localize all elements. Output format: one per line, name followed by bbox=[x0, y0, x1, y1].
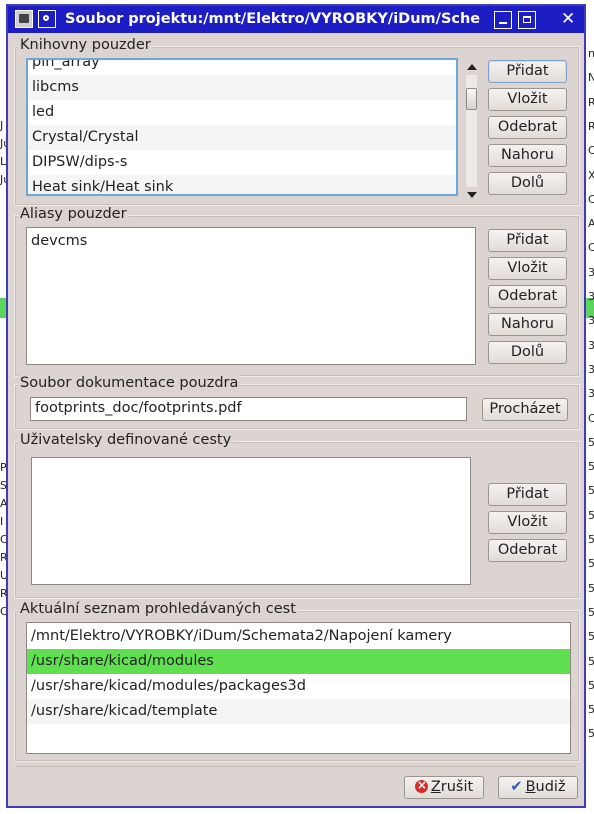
libraries-insert-button[interactable]: Vložit bbox=[488, 88, 567, 111]
background-char: R bbox=[588, 95, 594, 109]
background-char: 5 bbox=[588, 533, 594, 546]
background-char: 3 bbox=[588, 314, 594, 328]
doc-file-field[interactable]: footprints_doc/footprints.pdf bbox=[30, 397, 467, 421]
footprint-aliases-title: Aliasy pouzder bbox=[18, 206, 129, 222]
user-paths-title: Uživatelsky definované cesty bbox=[18, 432, 234, 448]
background-char: 5 bbox=[588, 678, 594, 692]
aliases-insert-button[interactable]: Vložit bbox=[488, 257, 567, 280]
libraries-remove-button[interactable]: Odebrat bbox=[488, 116, 567, 139]
footprint-aliases-list[interactable]: devcms bbox=[26, 227, 476, 365]
cancel-icon bbox=[414, 775, 428, 796]
list-item[interactable]: libcms bbox=[28, 75, 456, 100]
background-char: X bbox=[588, 168, 594, 182]
background-char: 3 bbox=[588, 290, 594, 303]
background-char: 3 bbox=[588, 338, 594, 352]
list-item[interactable]: Crystal/Crystal bbox=[28, 125, 456, 150]
background-char: 3 bbox=[588, 265, 594, 279]
background-char: 5 bbox=[588, 435, 594, 449]
footprint-libraries-title: Knihovny pouzder bbox=[18, 37, 153, 53]
background-char: 5 bbox=[588, 654, 594, 668]
background-char: 5 bbox=[588, 605, 594, 619]
footprint-libraries-list[interactable]: pin_array libcms led Crystal/Crystal DIP… bbox=[26, 58, 458, 196]
list-item[interactable]: /usr/share/kicad/template bbox=[27, 699, 570, 724]
ok-label: udiž bbox=[535, 779, 566, 795]
scroll-thumb[interactable] bbox=[466, 88, 477, 110]
search-paths-title: Aktuální seznam prohledávaných cest bbox=[18, 601, 298, 617]
background-char: 5 bbox=[588, 557, 594, 571]
background-char: 5 bbox=[588, 484, 594, 498]
user-paths-insert-button[interactable]: Vložit bbox=[488, 511, 567, 534]
aliases-add-button[interactable]: Přidat bbox=[488, 229, 567, 252]
background-char: 5 bbox=[588, 703, 594, 717]
close-icon[interactable]: ✕ bbox=[561, 9, 575, 29]
maximize-icon[interactable] bbox=[518, 11, 536, 29]
aliases-up-button[interactable]: Nahoru bbox=[488, 313, 567, 336]
aliases-down-button[interactable]: Dolů bbox=[488, 341, 567, 364]
libraries-up-button[interactable]: Nahoru bbox=[488, 144, 567, 167]
list-item[interactable]: Heat sink/Heat sink bbox=[28, 175, 456, 194]
background-char: I bbox=[0, 515, 4, 528]
background-char: C bbox=[588, 144, 594, 158]
background-char: R bbox=[588, 119, 594, 133]
check-icon: ✔ bbox=[510, 779, 523, 795]
search-paths-list[interactable]: /mnt/Elektro/VYROBKY/iDum/Schemata2/Napo… bbox=[26, 622, 571, 754]
doc-file-title: Soubor dokumentace pouzdra bbox=[18, 375, 241, 391]
background-char: J bbox=[0, 119, 4, 132]
window-title: Soubor projektu:/mnt/Elektro/VYROBKY/iDu… bbox=[65, 11, 481, 27]
list-item-selected[interactable]: /usr/share/kicad/modules bbox=[27, 649, 570, 674]
title-bar[interactable]: Soubor projektu:/mnt/Elektro/VYROBKY/iDu… bbox=[8, 6, 584, 33]
background-char: 5 bbox=[588, 460, 594, 474]
user-paths-add-button[interactable]: Přidat bbox=[488, 483, 567, 506]
libraries-add-button[interactable]: Přidat bbox=[488, 60, 567, 83]
list-item[interactable]: /usr/share/kicad/modules/packages3d bbox=[27, 674, 570, 699]
minimize-icon[interactable] bbox=[494, 11, 512, 29]
background-char: 5 bbox=[588, 508, 594, 522]
background-char: C bbox=[588, 411, 594, 425]
user-paths-remove-button[interactable]: Odebrat bbox=[488, 539, 567, 562]
browse-button[interactable]: Procházet bbox=[482, 398, 568, 421]
ok-mnemonic: B bbox=[525, 779, 536, 795]
footer-separator bbox=[16, 766, 576, 767]
scroll-down-icon[interactable] bbox=[467, 192, 477, 198]
cancel-label: rušit bbox=[440, 779, 474, 795]
aliases-remove-button[interactable]: Odebrat bbox=[488, 285, 567, 308]
libraries-down-button[interactable]: Dolů bbox=[488, 172, 567, 195]
list-item[interactable]: /mnt/Elektro/VYROBKY/iDum/Schemata2/Napo… bbox=[27, 624, 570, 649]
libraries-scrollbar[interactable] bbox=[464, 62, 480, 202]
background-char: 5 bbox=[588, 727, 594, 741]
window-menu-icon[interactable] bbox=[38, 10, 56, 28]
background-char: 3 bbox=[588, 362, 594, 376]
list-item[interactable]: pin_array bbox=[28, 60, 456, 75]
list-item[interactable]: DIPSW/dips-s bbox=[28, 150, 456, 175]
user-paths-list[interactable] bbox=[31, 457, 471, 585]
cancel-button[interactable]: Zrušit bbox=[404, 775, 484, 799]
background-char: 5 bbox=[588, 630, 594, 644]
background-char: C bbox=[588, 192, 594, 206]
background-char: A bbox=[588, 217, 594, 231]
background-char: n bbox=[588, 47, 594, 60]
background-char: N bbox=[588, 71, 594, 85]
cancel-mnemonic: Z bbox=[430, 779, 441, 795]
background-char: 5 bbox=[588, 581, 594, 595]
background-char: C bbox=[588, 241, 594, 255]
app-icon[interactable] bbox=[15, 10, 33, 28]
list-item[interactable]: devcms bbox=[27, 229, 475, 254]
background-char: 3 bbox=[588, 387, 594, 401]
list-item[interactable]: led bbox=[28, 100, 456, 125]
scroll-up-icon[interactable] bbox=[467, 64, 477, 70]
project-file-dialog: Soubor projektu:/mnt/Elektro/VYROBKY/iDu… bbox=[6, 4, 586, 808]
ok-button[interactable]: ✔ Budiž bbox=[498, 776, 578, 799]
